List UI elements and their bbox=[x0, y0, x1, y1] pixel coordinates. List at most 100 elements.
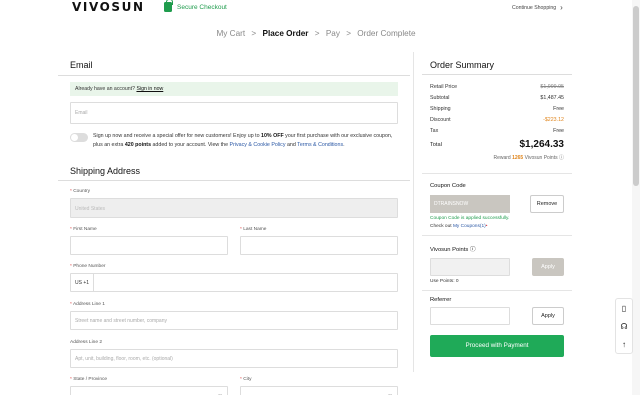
email-section-title: Email bbox=[58, 52, 410, 76]
my-coupons-link[interactable]: My Coupons bbox=[453, 224, 480, 229]
phone-icon[interactable]: ▯ bbox=[616, 299, 632, 317]
top-bar: VIVOSUN Secure Checkout Continue Shoppin… bbox=[0, 0, 640, 16]
required-mark: * bbox=[70, 302, 72, 307]
continue-shopping-link[interactable]: Continue Shopping › bbox=[512, 3, 563, 12]
lock-icon bbox=[164, 0, 173, 12]
signup-text: and bbox=[285, 141, 298, 148]
phone-label: * Phone Number bbox=[70, 264, 398, 269]
coupon-code-input[interactable]: DTRAINSNOW bbox=[430, 195, 510, 213]
step-order-complete: Order Complete bbox=[357, 29, 416, 38]
info-icon[interactable]: ⓘ bbox=[470, 247, 476, 253]
signup-offer-text: Sign up now and receive a special offer … bbox=[93, 132, 398, 149]
required-mark: * bbox=[70, 227, 72, 232]
reward-points: Reward 1265 Vivosun Points ⓘ bbox=[422, 150, 572, 161]
checkout-form: Email Already have an account? Sign in n… bbox=[58, 52, 410, 395]
scrollbar-thumb[interactable] bbox=[633, 6, 639, 186]
first-name-label: * First Name bbox=[70, 227, 228, 232]
city-label-text: City bbox=[243, 377, 252, 382]
headset-icon[interactable]: ☊ bbox=[616, 317, 632, 335]
signup-text: . bbox=[343, 141, 345, 148]
step-my-cart[interactable]: My Cart bbox=[216, 29, 245, 38]
referrer-input[interactable] bbox=[430, 307, 510, 325]
required-mark: * bbox=[70, 189, 72, 194]
address2-label: Address Line 2 bbox=[70, 340, 102, 345]
total-value: $1,264.33 bbox=[519, 139, 565, 150]
account-prompt: Already have an account? bbox=[75, 86, 135, 92]
state-label-text: State / Province bbox=[73, 377, 108, 382]
last-name-input[interactable] bbox=[240, 236, 398, 255]
state-label: * State / Province bbox=[70, 377, 228, 382]
first-name-label-text: First Name bbox=[73, 227, 97, 232]
city-select[interactable]: ⌄ bbox=[240, 386, 398, 395]
sign-in-banner: Already have an account? Sign in now bbox=[70, 82, 398, 96]
coupon-title: Coupon Code bbox=[430, 183, 466, 189]
terms-link[interactable]: Terms & Conditions bbox=[297, 142, 343, 148]
summary-label: Tax bbox=[430, 127, 439, 134]
secure-checkout: Secure Checkout bbox=[164, 0, 227, 12]
info-icon[interactable]: ⓘ bbox=[559, 155, 564, 161]
signup-offer: Sign up now and receive a special offer … bbox=[70, 132, 398, 149]
points-title: Vivosun Points ⓘ bbox=[422, 244, 572, 253]
remove-coupon-button[interactable]: Remove bbox=[530, 195, 564, 213]
back-to-top-icon[interactable]: ↑ bbox=[616, 335, 632, 353]
address1-label-text: Address Line 1 bbox=[72, 302, 105, 307]
privacy-policy-link[interactable]: Privacy & Cookie Policy bbox=[230, 142, 286, 148]
last-name-label-text: Last Name bbox=[243, 227, 267, 232]
order-summary-title: Order Summary bbox=[422, 52, 572, 75]
address1-input[interactable]: Street name and street number, company bbox=[70, 311, 398, 330]
country-select[interactable]: United States bbox=[70, 198, 398, 218]
referrer-title: Referrer bbox=[430, 297, 452, 303]
step-place-order: Place Order bbox=[262, 29, 309, 38]
country-label: * Country bbox=[70, 189, 398, 194]
summary-row-subtotal: Subtotal $1,487.45 bbox=[422, 92, 572, 103]
sign-in-link[interactable]: Sign in now bbox=[136, 86, 163, 92]
proceed-payment-button[interactable]: Proceed with Payment bbox=[430, 335, 564, 357]
first-name-input[interactable] bbox=[70, 236, 228, 255]
phone-input[interactable]: US +1 bbox=[70, 273, 398, 292]
summary-row-discount: Discount -$223.12 bbox=[422, 114, 572, 125]
notification-dot-icon: • bbox=[485, 224, 488, 229]
points-input[interactable] bbox=[430, 258, 510, 276]
summary-value: Free bbox=[553, 127, 564, 134]
state-select[interactable]: ⌄ bbox=[70, 386, 228, 395]
step-separator: > bbox=[314, 29, 320, 38]
check-out-text: Check out bbox=[430, 224, 453, 229]
apply-points-button[interactable]: Apply bbox=[532, 258, 564, 276]
phone-country-code[interactable]: US +1 bbox=[71, 274, 95, 291]
vivosun-logo[interactable]: VIVOSUN bbox=[72, 0, 145, 14]
total-label: Total bbox=[430, 141, 442, 148]
secure-checkout-label: Secure Checkout bbox=[177, 3, 227, 11]
address2-input[interactable]: Apt, unit, building, floor, room, etc. (… bbox=[70, 349, 398, 368]
points-title-text: Vivosun Points bbox=[430, 247, 469, 253]
summary-value: -$223.12 bbox=[543, 116, 564, 123]
email-input[interactable]: Email bbox=[70, 102, 398, 124]
chevron-right-icon: › bbox=[560, 3, 563, 12]
chevron-down-icon: ⌄ bbox=[217, 391, 223, 395]
column-divider bbox=[413, 52, 414, 372]
signup-text: added to your account. View the bbox=[151, 141, 230, 148]
floating-toolbar: ▯ ☊ ↑ bbox=[615, 298, 633, 354]
reward-prefix: Reward bbox=[493, 155, 513, 161]
summary-value: $1,999.95 bbox=[540, 83, 564, 90]
discount-highlight: 10% OFF bbox=[261, 133, 284, 139]
step-separator: > bbox=[346, 29, 351, 38]
city-label: * City bbox=[240, 377, 398, 382]
apply-referrer-button[interactable]: Apply bbox=[532, 307, 564, 325]
country-label-text: Country bbox=[73, 189, 91, 194]
summary-total: Total $1,264.33 bbox=[422, 136, 572, 150]
chevron-down-icon: ⌄ bbox=[387, 391, 393, 395]
my-coupons-row: Check out My Coupons(1)• bbox=[422, 224, 572, 229]
required-mark: * bbox=[70, 377, 72, 382]
step-separator: > bbox=[251, 29, 257, 38]
required-mark: * bbox=[240, 227, 242, 232]
required-mark: * bbox=[70, 264, 72, 269]
shipping-section-title: Shipping Address bbox=[58, 158, 410, 181]
continue-shopping-label[interactable]: Continue Shopping bbox=[512, 5, 556, 11]
summary-label: Retail Price bbox=[430, 83, 458, 90]
summary-value: $1,487.45 bbox=[540, 94, 564, 101]
use-points-text: Use Points: 0 bbox=[430, 279, 459, 284]
signup-toggle[interactable] bbox=[70, 133, 88, 142]
signup-text: Sign up now and receive a special offer … bbox=[93, 133, 262, 139]
summary-label: Discount bbox=[430, 116, 451, 123]
address1-label: * Address Line 1 bbox=[70, 302, 398, 307]
